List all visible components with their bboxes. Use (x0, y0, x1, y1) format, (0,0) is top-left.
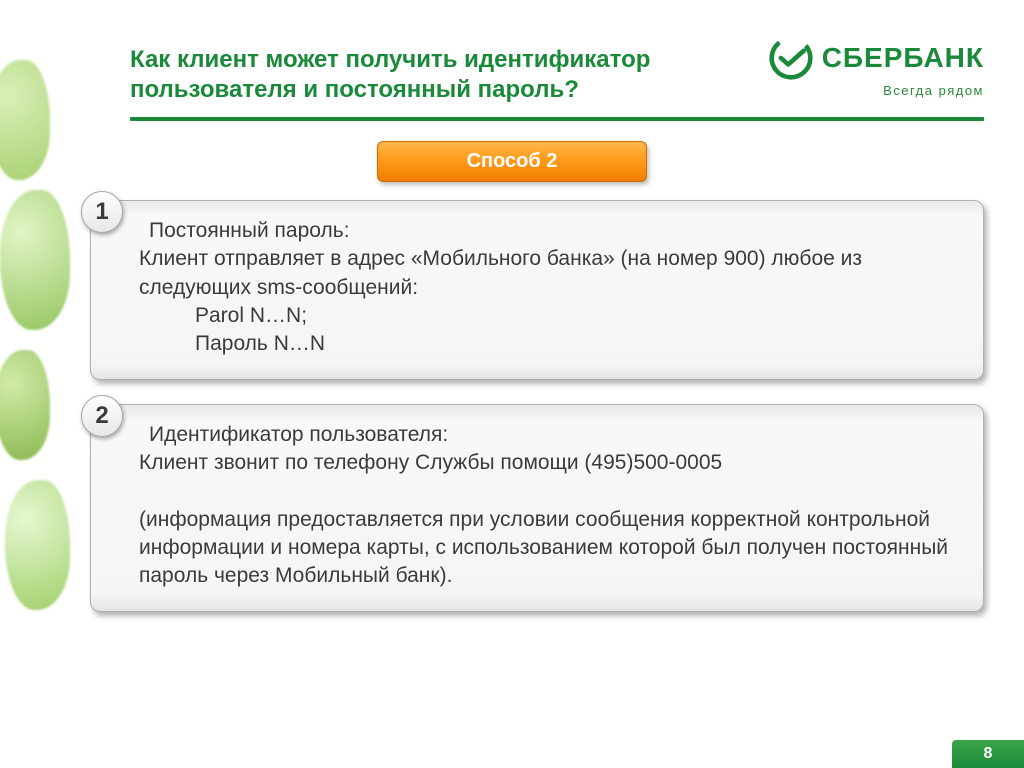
left-leaf-decoration (0, 50, 80, 670)
sberbank-logo-icon (768, 35, 814, 81)
green-separator (130, 117, 984, 121)
step-card-1: 1 Постоянный пароль: Клиент отправляет в… (90, 200, 984, 380)
slide-title: Как клиент может получить идентификатор … (130, 45, 770, 105)
card1-code1: Parol N…N; (139, 302, 959, 330)
card1-code2: Пароль N…N (139, 330, 959, 358)
card2-heading: Идентификатор пользователя: (149, 421, 448, 449)
method-badge: Способ 2 (377, 141, 647, 182)
step-number-2: 2 (81, 395, 123, 437)
bank-name: СБЕРБАНК (822, 42, 984, 74)
card1-line1: Клиент отправляет в адрес «Мобильного ба… (139, 247, 862, 298)
card1-heading: Постоянный пароль: (149, 217, 350, 245)
step-number-1: 1 (81, 191, 123, 233)
sberbank-logo-block: СБЕРБАНК Всегда рядом (768, 35, 984, 98)
tagline: Всегда рядом (768, 83, 984, 98)
slide-header: Как клиент может получить идентификатор … (0, 0, 1024, 105)
card2-line2: (информация предоставляется при условии … (139, 508, 948, 588)
step-card-2: 2 Идентификатор пользователя: Клиент зво… (90, 404, 984, 612)
page-number: 8 (952, 740, 1024, 768)
card2-line1: Клиент звонит по телефону Службы помощи … (139, 451, 722, 474)
